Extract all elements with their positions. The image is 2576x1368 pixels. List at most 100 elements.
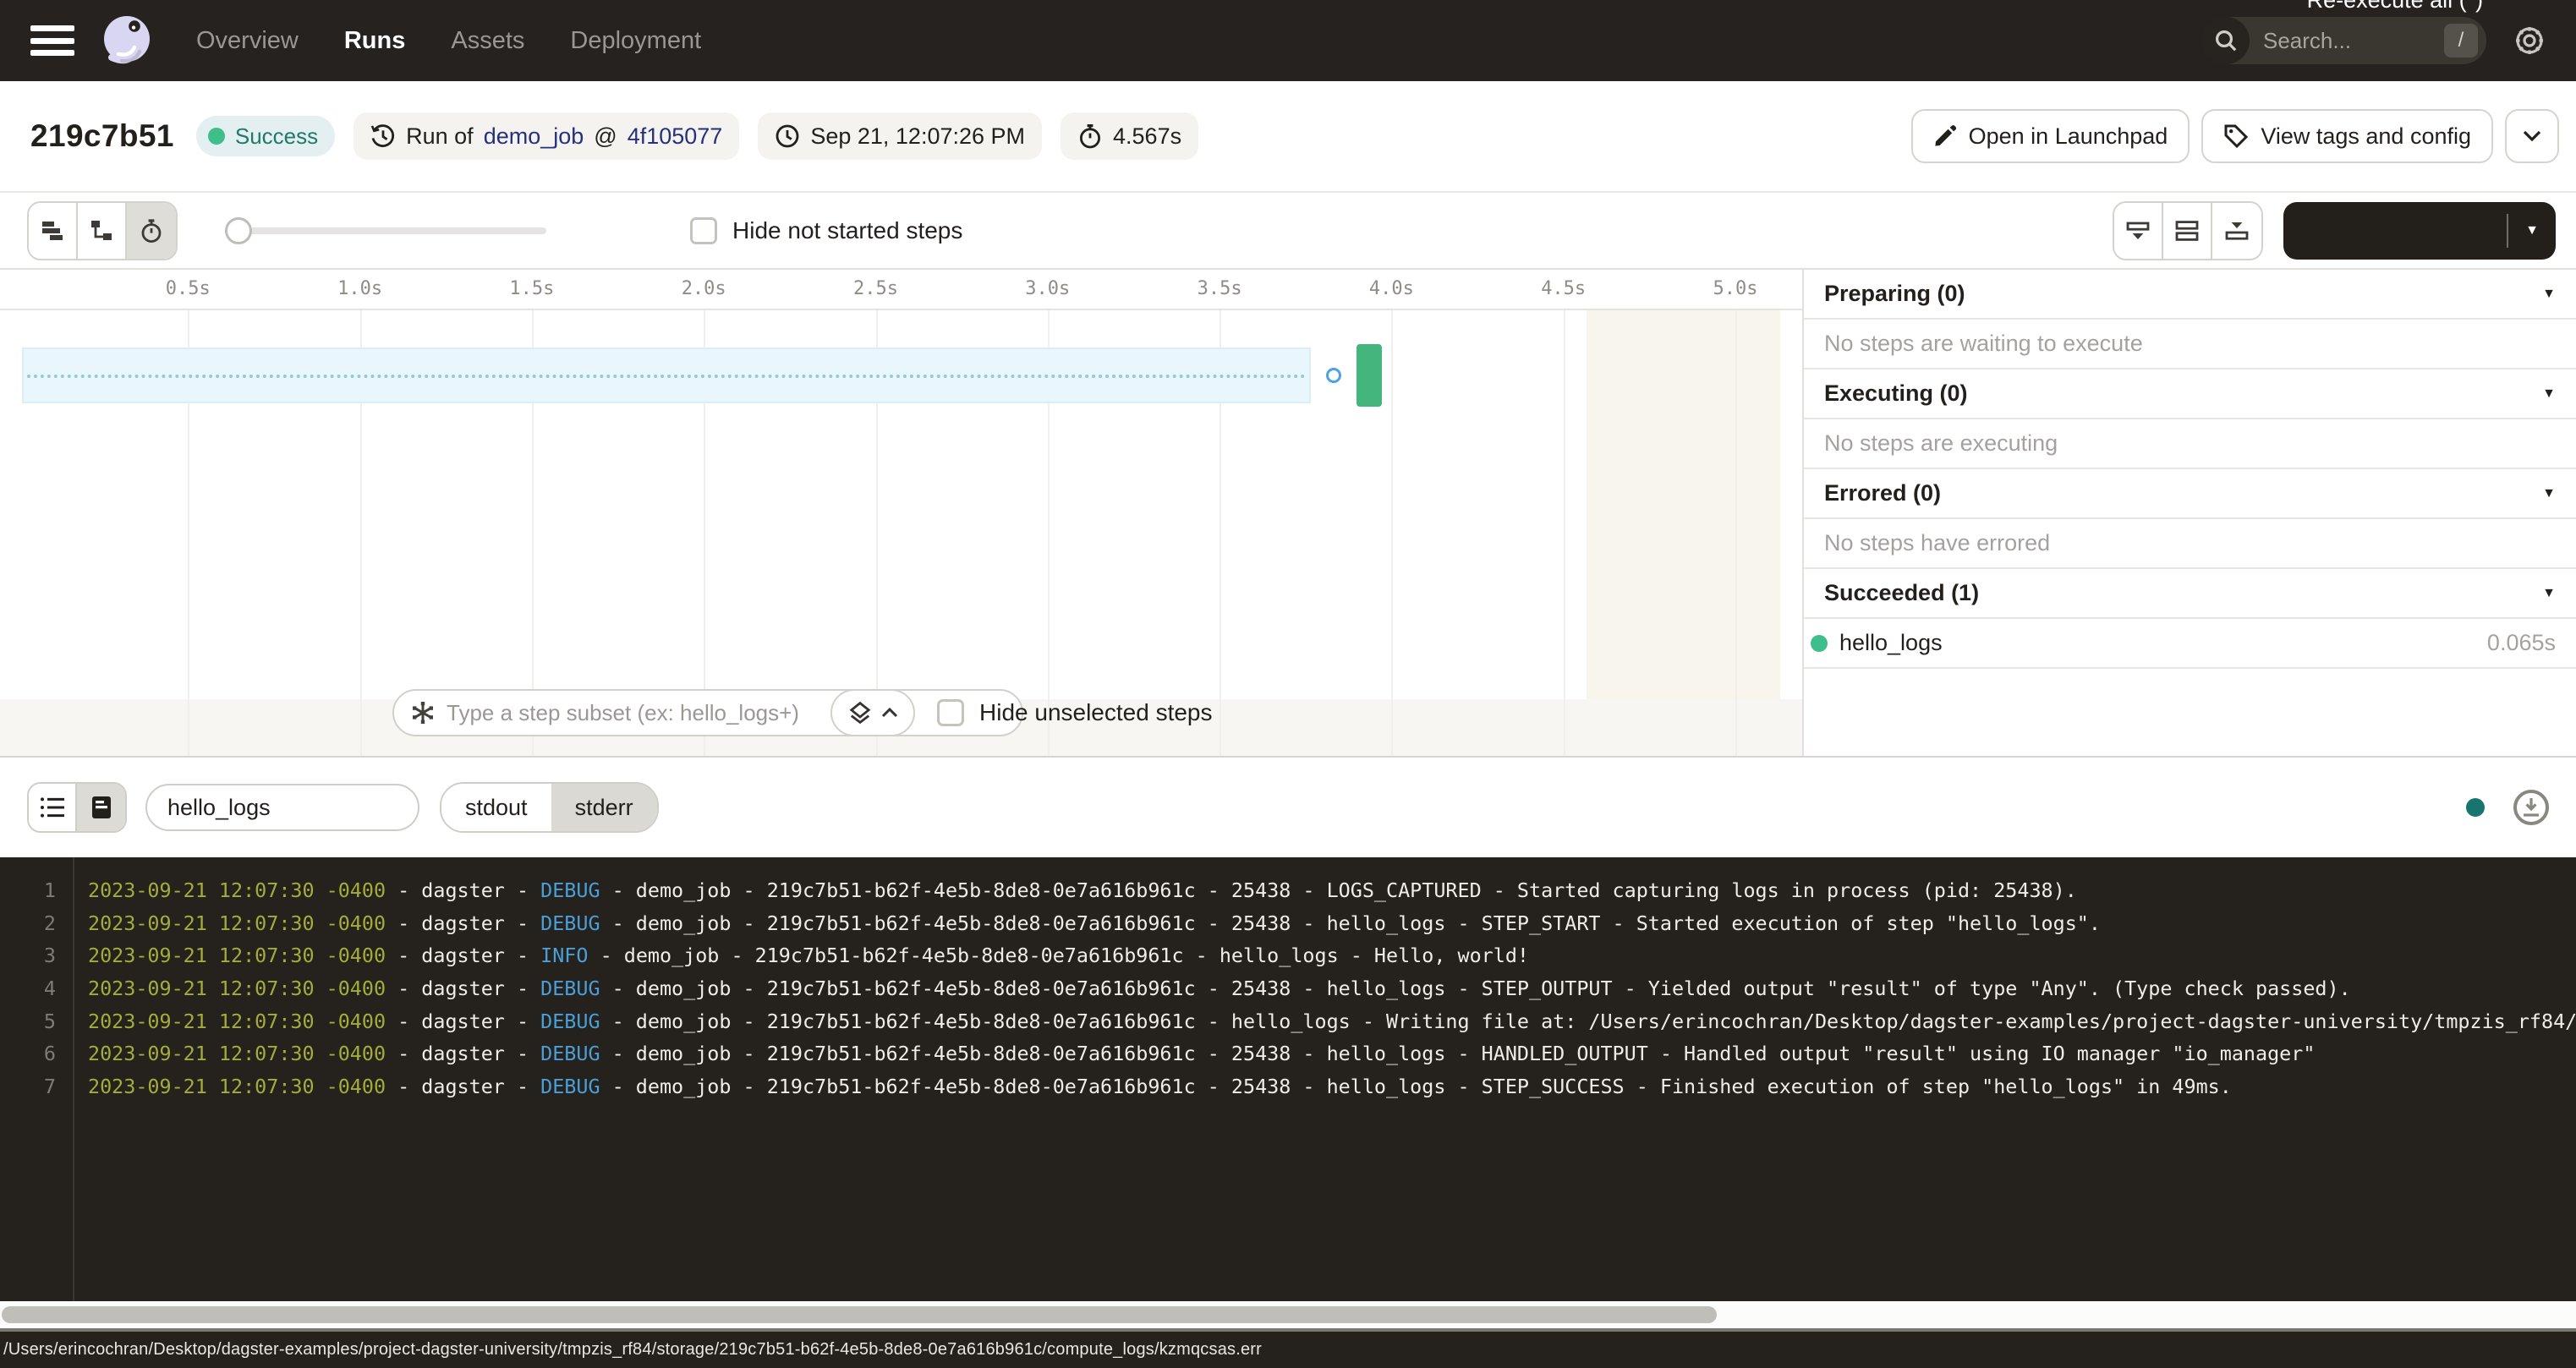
- axis-tick-5.0s: 5.0s: [1698, 278, 1773, 299]
- run-id-title: 219c7b51: [30, 118, 174, 154]
- section-collapse-caret-icon[interactable]: ▼: [2542, 586, 2556, 601]
- layers-icon: [847, 700, 873, 725]
- open-in-launchpad-button[interactable]: Open in Launchpad: [1911, 109, 2190, 163]
- axis-tick-1.0s: 1.0s: [323, 278, 397, 299]
- nav-item-assets[interactable]: Assets: [451, 27, 524, 55]
- gridline-5.0s: [1735, 310, 1737, 756]
- gantt-chart: 0.5s1.0s1.5s2.0s2.5s3.0s3.5s4.0s4.5s5.0s…: [0, 270, 1804, 756]
- section-collapse-caret-icon[interactable]: ▼: [2542, 486, 2556, 501]
- split-panels-button[interactable]: [2163, 203, 2212, 259]
- gantt-timing-view-button[interactable]: [127, 203, 176, 259]
- log-filter-input[interactable]: hello_logs: [145, 784, 419, 831]
- download-log-icon[interactable]: [2513, 790, 2549, 825]
- waiting-bar: [22, 347, 1311, 403]
- nav-item-runs[interactable]: Runs: [344, 27, 406, 55]
- stopwatch-icon: [1077, 123, 1103, 149]
- axis-tick-4.5s: 4.5s: [1526, 278, 1601, 299]
- log-line-content: 2023-09-21 12:07:30 -0400 - dagster - DE…: [88, 1075, 2232, 1098]
- expand-top-panel-button[interactable]: [2212, 203, 2261, 259]
- log-line-number: 1: [0, 878, 56, 902]
- raw-log-output: 1 2023-09-21 12:07:30 -0400 - dagster - D…: [0, 857, 2576, 1301]
- open-in-launchpad-label: Open in Launchpad: [1969, 123, 2168, 150]
- waiting-dotted-line: [27, 375, 1306, 378]
- axis-tick-0.5s: 0.5s: [151, 278, 225, 299]
- step-row-hello_logs[interactable]: hello_logs0.065s: [1804, 619, 2576, 669]
- log-line-number: 6: [0, 1042, 56, 1065]
- step-marker-circle: [1326, 368, 1341, 383]
- log-line-number: 4: [0, 977, 56, 1000]
- log-line-5: 5 2023-09-21 12:07:30 -0400 - dagster - D…: [0, 1004, 2576, 1037]
- log-lines: 1 2023-09-21 12:07:30 -0400 - dagster - D…: [0, 874, 2576, 1103]
- graph-query-toggle-button[interactable]: [830, 689, 915, 736]
- section-title: Preparing (0): [1824, 281, 1965, 307]
- section-collapse-caret-icon[interactable]: ▼: [2542, 386, 2556, 402]
- step-subset-input[interactable]: Type a step subset (ex: hello_logs+): [392, 689, 1023, 736]
- log-line-content: 2023-09-21 12:07:30 -0400 - dagster - DE…: [88, 1010, 2576, 1033]
- log-line-number: 5: [0, 1010, 56, 1033]
- overrun-region: [1587, 310, 1780, 700]
- duration-label: 4.567s: [1113, 123, 1181, 150]
- search-icon: [2202, 17, 2250, 64]
- gridline-4.5s: [1564, 310, 1565, 756]
- hide-unselected-label: Hide unselected steps: [979, 699, 1213, 726]
- settings-gear-icon[interactable]: [2513, 25, 2546, 57]
- log-path-footer: /Users/erincochran/Desktop/dagster-examp…: [0, 1332, 2576, 1368]
- clock-icon: [775, 123, 800, 149]
- hamburger-menu-icon[interactable]: [30, 25, 74, 56]
- section-collapse-caret-icon[interactable]: ▼: [2542, 287, 2556, 302]
- status-badge: Success: [196, 116, 335, 156]
- stdout-stderr-tabs: stdout stderr: [440, 782, 659, 833]
- gridline-4.0s: [1391, 310, 1393, 756]
- axis-tick-3.0s: 3.0s: [1011, 278, 1085, 299]
- axis-tick-3.5s: 3.5s: [1182, 278, 1257, 299]
- section-header-errored[interactable]: Errored (0)▼: [1804, 469, 2576, 519]
- log-horizontal-scrollbar: [0, 1301, 2576, 1328]
- job-name-link[interactable]: demo_job: [484, 123, 584, 150]
- log-capture-status-dot: [2466, 798, 2485, 817]
- axis-tick-2.5s: 2.5s: [839, 278, 913, 299]
- gantt-waterfall-view-button[interactable]: [78, 203, 127, 259]
- section-empty-message: No steps are executing: [1804, 419, 2576, 469]
- reexecute-dropdown-caret-icon[interactable]: ▼: [2508, 223, 2556, 238]
- gantt-flat-view-button[interactable]: [29, 203, 78, 259]
- log-view-mode-control: [27, 782, 127, 833]
- log-filter-value: hello_logs: [167, 795, 271, 821]
- scrollbar-thumb[interactable]: [2, 1306, 1717, 1323]
- expand-bottom-panel-button[interactable]: [2114, 203, 2163, 259]
- duration-tag: 4.567s: [1061, 112, 1198, 160]
- log-line-number: 7: [0, 1075, 56, 1098]
- log-file-path: /Users/erincochran/Desktop/dagster-examp…: [3, 1340, 1262, 1360]
- gantt-view-mode-control: [27, 201, 178, 260]
- step-bar-hello-logs[interactable]: [1357, 344, 1382, 407]
- tab-stderr[interactable]: stderr: [551, 784, 657, 831]
- dagster-run-page: OverviewRunsAssetsDeployment Search... /…: [0, 0, 2576, 1368]
- nav-item-deployment[interactable]: Deployment: [570, 27, 701, 55]
- log-line-2: 22023-09-21 12:07:30 -0400 - dagster - D…: [0, 907, 2576, 940]
- step-status-panel: Preparing (0)▼No steps are waiting to ex…: [1804, 270, 2576, 756]
- axis-tick-1.5s: 1.5s: [495, 278, 569, 299]
- slider-knob[interactable]: [225, 217, 252, 244]
- tab-stdout[interactable]: stdout: [441, 784, 551, 831]
- log-line-content: 2023-09-21 12:07:30 -0400 - dagster - IN…: [88, 944, 1529, 967]
- dagster-logo-icon[interactable]: [98, 12, 156, 69]
- hide-not-started-checkbox[interactable]: [690, 217, 717, 244]
- section-header-succeeded[interactable]: Succeeded (1) ▼: [1804, 569, 2576, 619]
- raw-log-view-button[interactable]: [77, 784, 125, 831]
- hide-unselected-row: Hide unselected steps: [937, 699, 1213, 726]
- snapshot-id-link[interactable]: 4f105077: [628, 123, 723, 150]
- section-header-preparing[interactable]: Preparing (0) ▼: [1804, 270, 2576, 320]
- log-line-content: 2023-09-21 12:07:30 -0400 - dagster - DE…: [88, 878, 2077, 902]
- reexecute-all-button[interactable]: Re-execute all (*) ▼: [2283, 202, 2556, 260]
- chevron-down-icon: [2522, 129, 2542, 143]
- log-toolbar: hello_logs stdout stderr: [0, 756, 2576, 857]
- run-actions-dropdown-button[interactable]: [2505, 109, 2559, 163]
- axis-tick-4.0s: 4.0s: [1354, 278, 1428, 299]
- log-line-number: 2: [0, 911, 56, 935]
- hide-unselected-checkbox[interactable]: [937, 699, 964, 726]
- run-header: 219c7b51 Success Run of demo_job @ 4f105…: [0, 81, 2576, 193]
- nav-item-overview[interactable]: Overview: [196, 27, 299, 55]
- section-header-executing[interactable]: Executing (0)▼: [1804, 369, 2576, 419]
- slider-track[interactable]: [225, 227, 546, 234]
- section-title: Succeeded (1): [1824, 580, 1979, 606]
- structured-log-view-button[interactable]: [29, 784, 77, 831]
